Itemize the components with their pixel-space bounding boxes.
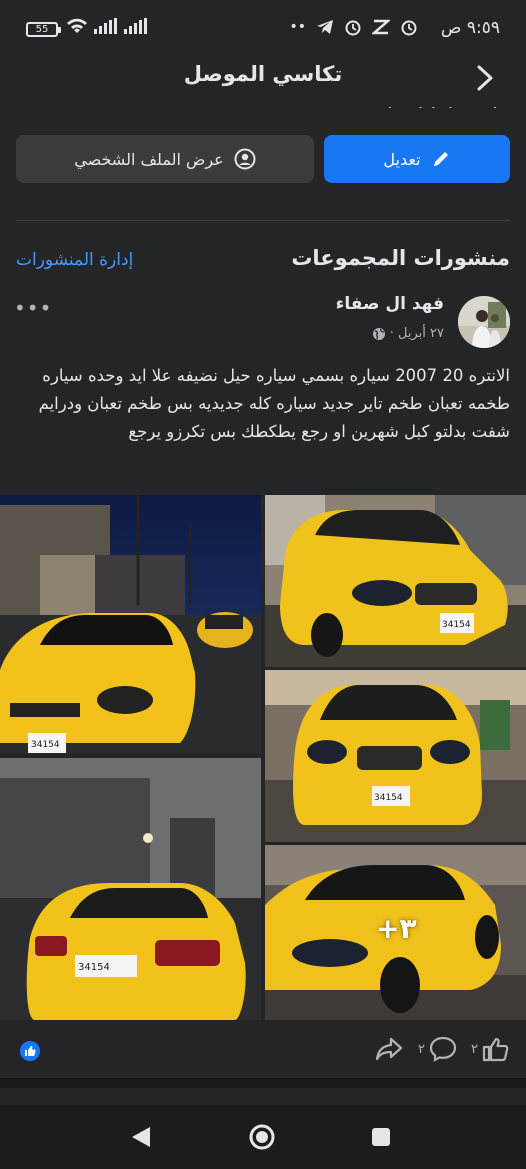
section-title: منشورات المجموعات xyxy=(291,246,510,270)
dots-icon: •• xyxy=(289,19,306,35)
back-chevron-icon[interactable] xyxy=(474,64,496,92)
comment-count: ٢ xyxy=(418,1041,426,1057)
more-options-icon[interactable]: ••• xyxy=(14,296,52,320)
view-profile-label: عرض الملف الشخصي xyxy=(74,149,224,169)
post-separator xyxy=(0,1078,526,1088)
comment-button[interactable]: ٢ xyxy=(418,1036,457,1062)
svg-text:34154: 34154 xyxy=(31,740,60,750)
post-photo[interactable]: 34154 xyxy=(0,758,261,1020)
scrolled-content-edge xyxy=(380,100,510,108)
battery-icon: 55 xyxy=(26,22,61,37)
wifi-icon xyxy=(67,18,87,33)
nav-back-icon[interactable] xyxy=(130,1126,152,1148)
avatar[interactable] xyxy=(458,296,510,348)
post-photo[interactable]: 34154 xyxy=(265,670,526,842)
like-count: ٢ xyxy=(471,1041,478,1057)
thumbs-up-icon xyxy=(482,1037,509,1062)
signal-icon-2 xyxy=(124,18,147,34)
system-nav-bar xyxy=(0,1105,526,1169)
notification-icons: •• xyxy=(289,18,418,36)
more-photos-count[interactable]: +٣ xyxy=(376,912,417,945)
telegram-icon xyxy=(317,20,333,34)
page-title: تكاسي الموصل xyxy=(183,62,343,86)
alarm-icon xyxy=(345,20,361,36)
divider xyxy=(16,220,510,221)
globe-icon xyxy=(372,327,385,340)
post-photo[interactable]: 34154 xyxy=(265,495,526,667)
post-author[interactable]: فهد ال صفاء xyxy=(336,294,444,314)
share-button[interactable] xyxy=(374,1036,404,1062)
post-photo[interactable]: 34154 xyxy=(0,495,261,754)
share-icon xyxy=(375,1037,403,1061)
pencil-icon xyxy=(433,152,448,166)
edit-button[interactable]: تعديل xyxy=(324,135,510,183)
like-reaction-icon[interactable] xyxy=(20,1041,40,1061)
edit-label: تعديل xyxy=(383,149,421,169)
profile-icon xyxy=(234,148,256,170)
post-date: ٢٧ أبريل · xyxy=(389,326,444,341)
comment-icon xyxy=(429,1036,457,1062)
alarm-icon-2 xyxy=(401,20,417,36)
nav-recents-icon[interactable] xyxy=(372,1128,390,1146)
signal-icon xyxy=(94,18,117,34)
status-bar: 55 •• ٩:٥٩ ص xyxy=(0,0,526,58)
svg-text:34154: 34154 xyxy=(374,793,403,803)
app-icon xyxy=(372,19,390,35)
battery-level: 55 xyxy=(35,24,49,35)
view-profile-button[interactable]: عرض الملف الشخصي xyxy=(16,135,314,183)
post-meta: ٢٧ أبريل · xyxy=(372,326,444,341)
svg-text:34154: 34154 xyxy=(442,620,471,630)
clock: ٩:٥٩ ص xyxy=(440,18,500,38)
connectivity-icons xyxy=(66,18,148,34)
post-text: الانتره 20 2007 سياره بسمي سياره حيل نضي… xyxy=(38,366,510,441)
manage-posts-link[interactable]: إدارة المنشورات xyxy=(16,250,133,270)
group-header: تكاسي الموصل xyxy=(0,58,526,104)
svg-text:34154: 34154 xyxy=(78,962,110,973)
nav-home-icon[interactable] xyxy=(248,1123,276,1151)
post-actions: ٢ ٢ xyxy=(374,1036,510,1062)
like-button[interactable]: ٢ xyxy=(471,1036,510,1062)
